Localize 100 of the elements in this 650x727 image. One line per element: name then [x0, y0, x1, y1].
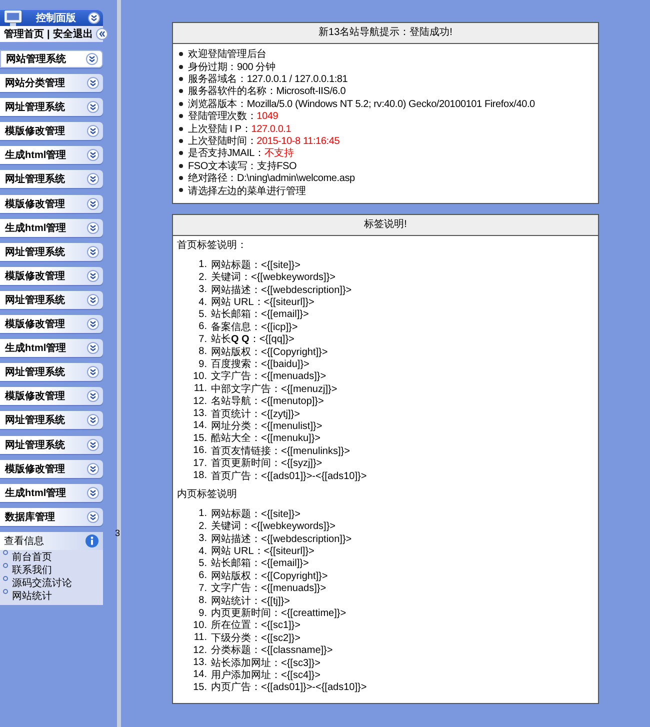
bullet-icon [179, 89, 183, 94]
logout-link[interactable]: 安全退出 [52, 27, 93, 41]
tag-line: 内页广告：<{[ads01]}>-<{[ads10]}> [211, 680, 367, 694]
tag-line: 网址分类：<{[menulist]}> [211, 420, 322, 432]
info-line: 绝对路径：D:\ning\admin\welcome.asp [188, 172, 355, 186]
expand-icon[interactable] [87, 125, 99, 138]
panel-title: 控制面版 [34, 12, 77, 25]
menu-header[interactable]: 数据库管理 [0, 508, 103, 526]
expand-icon[interactable] [87, 486, 99, 499]
menu-header[interactable]: 模版修改管理 [0, 266, 103, 285]
menu-header[interactable]: 模版修改管理 [0, 387, 103, 406]
expand-icon[interactable] [87, 173, 99, 186]
expand-icon[interactable] [87, 101, 99, 114]
info-line: 是否支持JMAIL：不支持 [188, 146, 294, 160]
back-icon[interactable] [96, 28, 108, 40]
menu-header[interactable]: 网址管理系统 [0, 290, 103, 309]
bullet-icon [179, 64, 183, 69]
list-number: 10. [192, 620, 208, 631]
list-number: 3. [198, 533, 208, 544]
tag-line: 所在位置：<{[sc1]}> [211, 618, 300, 632]
list-number: 12. [192, 644, 208, 656]
menu-header[interactable]: 模版修改管理 [0, 194, 103, 213]
menu-header[interactable]: 模版修改管理 [0, 460, 103, 478]
menu-header[interactable]: 网址管理系统 [0, 436, 103, 454]
list-number: 18. [192, 470, 208, 482]
menu-header[interactable]: 网址管理系统 [0, 242, 103, 261]
list-number: 12. [192, 396, 208, 407]
menu-header[interactable]: 生成html管理 [0, 484, 103, 502]
expand-icon[interactable] [87, 510, 99, 523]
list-number: 15. [192, 682, 208, 693]
info-link[interactable]: 联系我们 [12, 562, 52, 577]
menu-header[interactable]: 网址管理系统 [0, 411, 103, 430]
expand-icon[interactable] [87, 270, 99, 282]
expand-icon[interactable] [86, 53, 98, 65]
list-number: 15. [192, 432, 208, 444]
info-link[interactable]: 前台首页 [12, 550, 52, 564]
expand-icon[interactable] [87, 294, 99, 306]
bullet-icon [179, 176, 183, 180]
divider-label: 3 [115, 528, 120, 538]
tag-line: 酷站大全：<{[menuku]}> [211, 432, 320, 446]
expand-icon[interactable] [87, 77, 99, 90]
tag-line: 网站描述：<{[webdescription]}> [211, 284, 352, 296]
bullet-icon [3, 576, 8, 581]
bullet-icon [179, 164, 183, 168]
home-link[interactable]: 管理首页 [4, 27, 44, 41]
expand-icon[interactable] [87, 438, 99, 450]
menu-header[interactable]: 网址管理系统 [0, 98, 103, 116]
menu-header[interactable]: 网站分类管理 [0, 74, 103, 92]
expand-icon[interactable] [87, 342, 99, 354]
tag-line: 文字广告：<{[menuads]}> [211, 582, 326, 596]
tag-line: 文字广告：<{[menuads]}> [211, 370, 326, 384]
menu-header[interactable]: 模版修改管理 [0, 122, 103, 140]
info-line: FSO文本读写：支持FSO [188, 160, 297, 172]
tag-line: 首页友情链接：<{[menulinks]}> [211, 444, 350, 458]
bullet-icon [179, 52, 183, 56]
tag-line: 名站导航：<{[menutop]}> [211, 394, 324, 408]
bullet-icon [179, 138, 183, 143]
list-number: 2. [198, 272, 208, 283]
expand-icon[interactable] [87, 390, 99, 402]
menu-header[interactable]: 网址管理系统 [0, 363, 103, 382]
tag-line: 网站标题：<{[site]}> [211, 258, 300, 272]
list-number: 2. [198, 520, 208, 532]
expand-icon[interactable] [87, 366, 99, 378]
info-line: 上次登陆 I P：127.0.0.1 [188, 122, 292, 136]
expand-icon[interactable] [87, 462, 99, 475]
panel-title: 新13名站导航提示：登陆成功! [173, 23, 598, 44]
expand-icon[interactable] [87, 246, 99, 258]
tag-line: 网站版权：<{[Copyright]}> [211, 570, 328, 582]
menu-header[interactable]: 网址管理系统 [0, 170, 103, 188]
list-number: 11. [192, 383, 208, 394]
list-number: 5. [198, 308, 208, 320]
list-number: 13. [192, 657, 208, 668]
list-number: 7. [198, 582, 208, 594]
list-number: 3. [198, 284, 208, 296]
collapse-icon[interactable] [88, 12, 100, 24]
tag-line: 中部文字广告：<{[menuzj]}> [211, 382, 338, 396]
expand-icon[interactable] [87, 149, 99, 162]
list-number: 14. [192, 420, 208, 432]
tag-line: 备案信息：<{[icp]}> [211, 320, 298, 334]
tag-line: 网站统计：<{[tj]}> [211, 594, 290, 608]
expand-icon[interactable] [87, 318, 99, 330]
menu-header[interactable]: 模版修改管理 [0, 315, 103, 334]
expand-icon[interactable] [87, 198, 99, 210]
info-line: 服务器软件的名称：Microsoft-IIS/6.0 [188, 85, 346, 98]
separator: | [47, 28, 50, 40]
info-link[interactable]: 网站统计 [12, 588, 52, 603]
menu-header[interactable]: 生成html管理 [0, 218, 103, 237]
list-number: 4. [198, 546, 208, 557]
list-number: 5. [198, 558, 208, 569]
expand-icon[interactable] [87, 222, 99, 234]
list-number: 11. [192, 632, 208, 644]
tag-line: 关键词：<{[webkeywords]}> [211, 270, 336, 284]
menu-header[interactable]: 生成html管理 [0, 339, 103, 358]
tag-line: 网站描述：<{[webdescription]}> [211, 532, 352, 546]
tag-line: 站长邮箱：<{[email]}> [211, 308, 309, 322]
expand-icon[interactable] [87, 414, 99, 426]
menu-header[interactable]: 网站管理系统 [0, 50, 103, 68]
computer-icon [2, 9, 24, 27]
menu-header[interactable]: 生成html管理 [0, 146, 103, 164]
info-link[interactable]: 源码交流讨论 [12, 576, 72, 590]
